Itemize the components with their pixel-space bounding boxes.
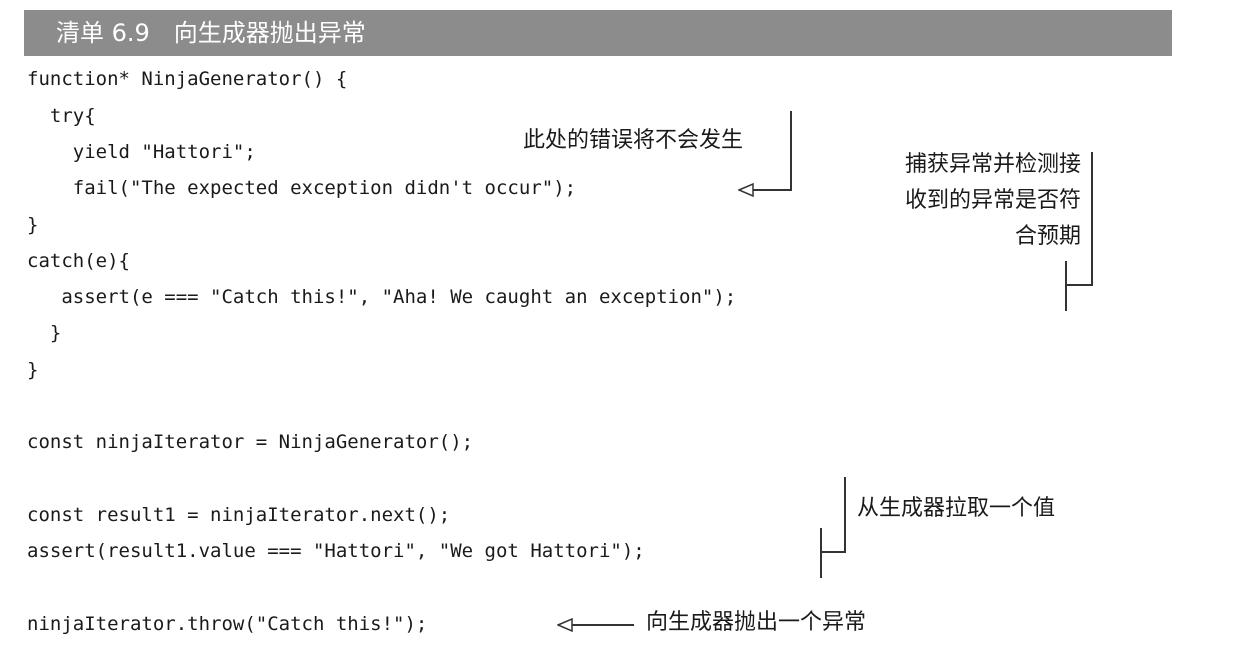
code-line: ninjaIterator.throw("Catch this!"); [27,613,428,635]
annotation-catch-check-line: 捕获异常并检测接 [904,152,1081,177]
callout-bracket [1091,152,1093,285]
code-line: function* NinjaGenerator() { [27,68,348,90]
code-line: const ninjaIterator = NinjaGenerator(); [27,431,474,453]
code-line: } [27,322,62,344]
callout-line [568,624,634,626]
annotation-catch-check-line: 收到的异常是否符 [904,188,1081,213]
annotation-throw-exception: 向生成器抛出一个异常 [646,610,867,635]
listing-title: 清单 6.9 向生成器抛出异常 [56,19,366,47]
code-line: } [27,359,39,381]
annotation-pull-value: 从生成器拉取一个值 [857,496,1056,521]
code-line: const result1 = ninjaIterator.next(); [27,504,451,526]
annotation-catch-check-line: 合预期 [1014,224,1081,249]
code-line: assert(result1.value === "Hattori", "We … [27,540,645,562]
callout-bracket [1065,284,1093,286]
code-line: fail("The expected exception didn't occu… [27,177,577,199]
code-line: assert(e === "Catch this!", "Aha! We cau… [27,286,737,308]
code-line: try{ [27,105,96,127]
callout-line [790,111,792,190]
arrow-left-icon [557,617,573,633]
callout-bracket [844,477,846,552]
annotation-no-error: 此处的错误将不会发生 [523,128,744,153]
arrow-left-icon [738,182,754,198]
annotation-catch-check: 捕获异常并检测接 收到的异常是否符 合预期 [905,147,1081,255]
callout-bracket [1065,261,1067,311]
code-line: catch(e){ [27,250,130,272]
callout-bracket [820,551,846,553]
callout-bracket [820,528,822,578]
callout-line [748,189,792,191]
code-line: } [27,214,39,236]
listing-title-bar: 清单 6.9 向生成器抛出异常 [24,10,1172,56]
code-line: yield "Hattori"; [27,141,256,163]
